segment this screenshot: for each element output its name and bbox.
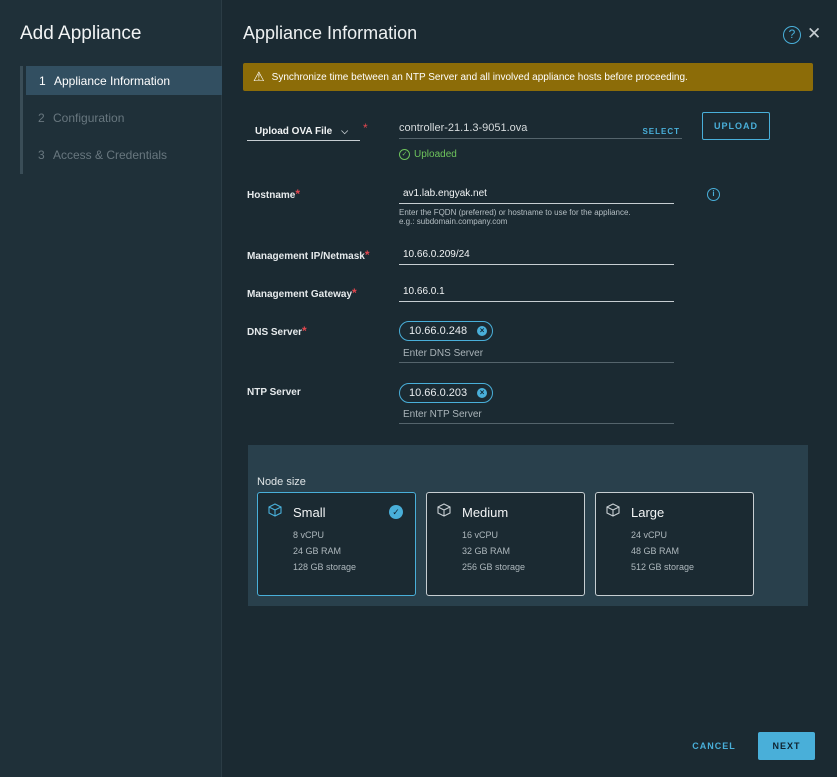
node-size-ram: 48 GB RAM [631,546,680,556]
step-label: Access & Credentials [53,147,168,162]
wizard-steps: 1 Appliance Information 2 Configuration … [20,66,222,177]
upload-status: ✓ Uploaded [399,149,457,160]
management-gateway-value: 10.66.0.1 [403,286,445,297]
node-size-cpu: 24 vCPU [631,530,668,540]
node-size-ram: 24 GB RAM [293,546,342,556]
step-number: 3 [38,147,45,162]
check-circle-icon: ✓ [399,149,410,160]
management-ip-label: Management IP/Netmask* [247,248,370,262]
cube-icon [606,503,620,517]
node-size-storage: 128 GB storage [293,562,357,572]
step-appliance-information[interactable]: 1 Appliance Information [26,66,222,95]
dns-server-chip: 10.66.0.248 × [399,321,494,341]
remove-chip-icon[interactable]: × [477,326,488,336]
ova-file-name: controller-21.1.3-9051.ova [399,122,528,134]
alert-text: Synchronize time between an NTP Server a… [271,71,688,83]
add-appliance-dialog: Add Appliance 1 Appliance Information 2 … [0,0,837,777]
hostname-value: av1.lab.engyak.net [403,188,487,199]
node-size-name: Large [631,505,665,520]
ntp-server-chip: 10.66.0.203 × [399,383,494,403]
required-marker: * [295,187,301,201]
ntp-server-placeholder: Enter NTP Server [403,409,482,420]
management-gateway-input[interactable]: 10.66.0.1 [399,283,674,302]
hostname-label-text: Hostname [247,190,296,201]
step-access-credentials[interactable]: 3 Access & Credentials [20,140,222,169]
dns-server-placeholder: Enter DNS Server [403,348,484,359]
check-icon: ✓ [389,505,403,519]
wizard-title: Add Appliance [20,23,142,44]
node-size-storage: 256 GB storage [462,562,526,572]
step-number: 1 [39,73,46,88]
ntp-server-label-text: NTP Server [247,387,301,398]
management-ip-label-text: Management IP/Netmask [247,251,365,262]
close-icon[interactable]: ✕ [807,24,821,44]
info-icon[interactable]: i [707,188,720,201]
node-size-cpu: 16 vCPU [462,530,499,540]
ntp-server-input[interactable]: Enter NTP Server [399,409,674,424]
dns-server-label: DNS Server* [247,324,307,338]
node-size-cpu: 8 vCPU [293,530,325,540]
remove-chip-icon[interactable]: × [477,388,488,398]
required-marker: * [364,248,370,262]
next-button[interactable]: NEXT [758,732,815,760]
step-label: Appliance Information [54,73,171,88]
node-size-medium-card[interactable]: Medium 16 vCPU 32 GB RAM 256 GB storage [426,492,585,596]
cube-icon [437,503,451,517]
main-content: Appliance Information ? ✕ ⚠ Synchronize … [222,0,837,777]
ntp-warning-alert: ⚠ Synchronize time between an NTP Server… [243,63,813,91]
management-gateway-label: Management Gateway* [247,286,357,300]
upload-mode-select[interactable]: Upload OVA File ⌵ [247,123,360,141]
required-marker: * [302,324,307,338]
hostname-label: Hostname* [247,187,300,201]
dns-server-label-text: DNS Server [247,327,303,338]
page-title: Appliance Information [243,23,418,43]
upload-status-text: Uploaded [414,149,457,160]
dns-server-input[interactable]: Enter DNS Server [399,348,674,363]
required-marker: * [363,121,368,135]
hostname-input[interactable]: av1.lab.engyak.net [399,185,674,204]
hostname-helper-example: e.g.: subdomain.company.com [399,217,508,226]
management-ip-value: 10.66.0.209/24 [403,249,470,260]
select-file-link[interactable]: SELECT [642,127,680,136]
chevron-down-icon: ⌵ [341,126,349,136]
dns-server-chip-value: 10.66.0.248 [409,325,468,337]
node-size-name: Medium [462,505,509,520]
hostname-helper-line: Enter the FQDN (preferred) or hostname t… [399,208,631,217]
cube-icon [268,503,282,517]
step-configuration[interactable]: 2 Configuration [20,103,222,132]
step-number: 2 [38,110,45,125]
node-size-large-card[interactable]: Large 24 vCPU 48 GB RAM 512 GB storage [595,492,754,596]
ntp-server-chip-value: 10.66.0.203 [409,387,468,399]
hostname-helper: Enter the FQDN (preferred) or hostname t… [399,208,689,226]
upload-button[interactable]: UPLOAD [702,112,770,140]
required-marker: * [352,286,357,300]
node-size-ram: 32 GB RAM [462,546,511,556]
node-size-name: Small [293,505,326,520]
node-size-panel: Node size Small ✓ 8 vCPU 24 GB RAM 128 G… [248,445,808,606]
ntp-server-label: NTP Server [247,387,301,398]
node-size-storage: 512 GB storage [631,562,695,572]
cancel-button[interactable]: CANCEL [684,732,744,760]
upload-mode-label: Upload OVA File [255,126,333,137]
warning-icon: ⚠ [253,69,265,84]
node-size-small-card[interactable]: Small ✓ 8 vCPU 24 GB RAM 128 GB storage [257,492,416,596]
help-icon[interactable]: ? [783,26,801,44]
ova-file-field[interactable]: controller-21.1.3-9051.ova SELECT [399,122,682,139]
management-gateway-label-text: Management Gateway [247,289,353,300]
step-label: Configuration [53,110,125,125]
wizard-sidebar: Add Appliance 1 Appliance Information 2 … [0,0,222,777]
management-ip-input[interactable]: 10.66.0.209/24 [399,246,674,265]
node-size-title: Node size [257,476,306,488]
